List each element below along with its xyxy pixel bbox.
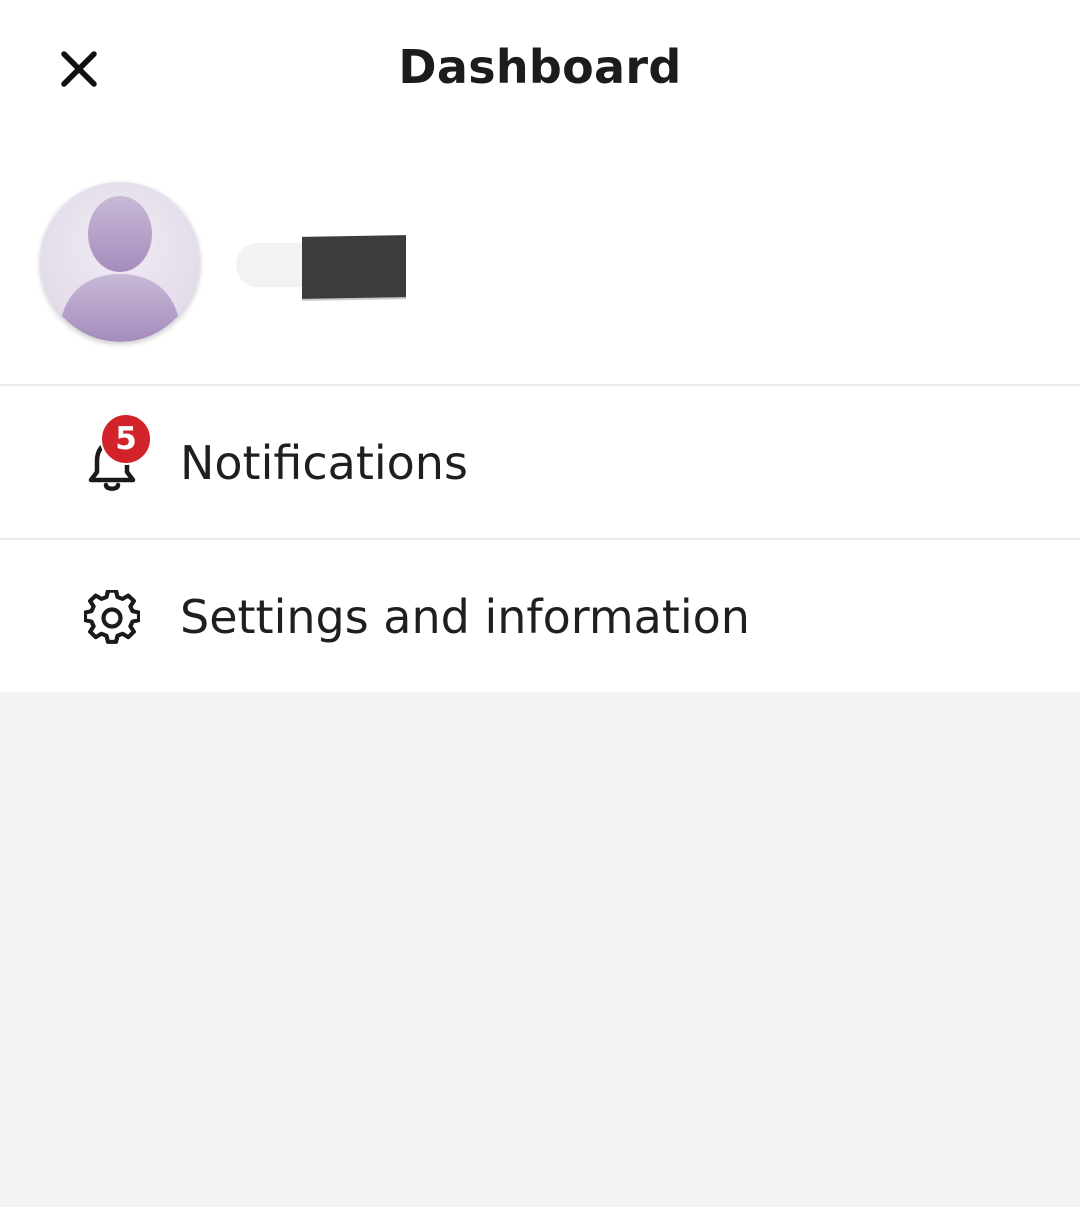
dashboard-header: Dashboard xyxy=(0,0,1080,140)
gear-icon xyxy=(84,590,140,644)
profile-section[interactable] xyxy=(0,170,1080,384)
menu-item-notifications[interactable]: 5 Notifications xyxy=(0,386,1080,538)
dashboard-panel: Dashboard 5 Notifications Settings and i… xyxy=(0,0,1080,692)
page-title: Dashboard xyxy=(398,40,682,94)
menu-item-settings[interactable]: Settings and information xyxy=(0,540,1080,692)
notification-count-badge: 5 xyxy=(100,413,152,465)
settings-icon-wrapper xyxy=(80,586,144,650)
profile-name-redacted xyxy=(302,235,406,299)
notifications-label: Notifications xyxy=(180,436,468,490)
dashboard-screen: Dashboard 5 Notifications Settings and i… xyxy=(0,0,1080,1207)
avatar[interactable] xyxy=(40,182,200,342)
default-user-avatar-icon xyxy=(62,196,178,342)
settings-label: Settings and information xyxy=(180,590,750,644)
